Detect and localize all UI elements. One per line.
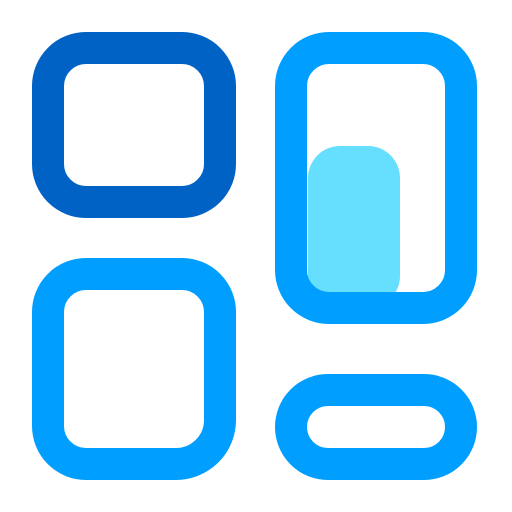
icon-canvas (0, 0, 512, 512)
top-left-tile (32, 32, 236, 218)
bottom-left-tile (32, 258, 236, 480)
highlight-block (308, 146, 400, 308)
dashboard-layout-icon (32, 32, 477, 480)
bottom-right-tile (275, 374, 477, 480)
